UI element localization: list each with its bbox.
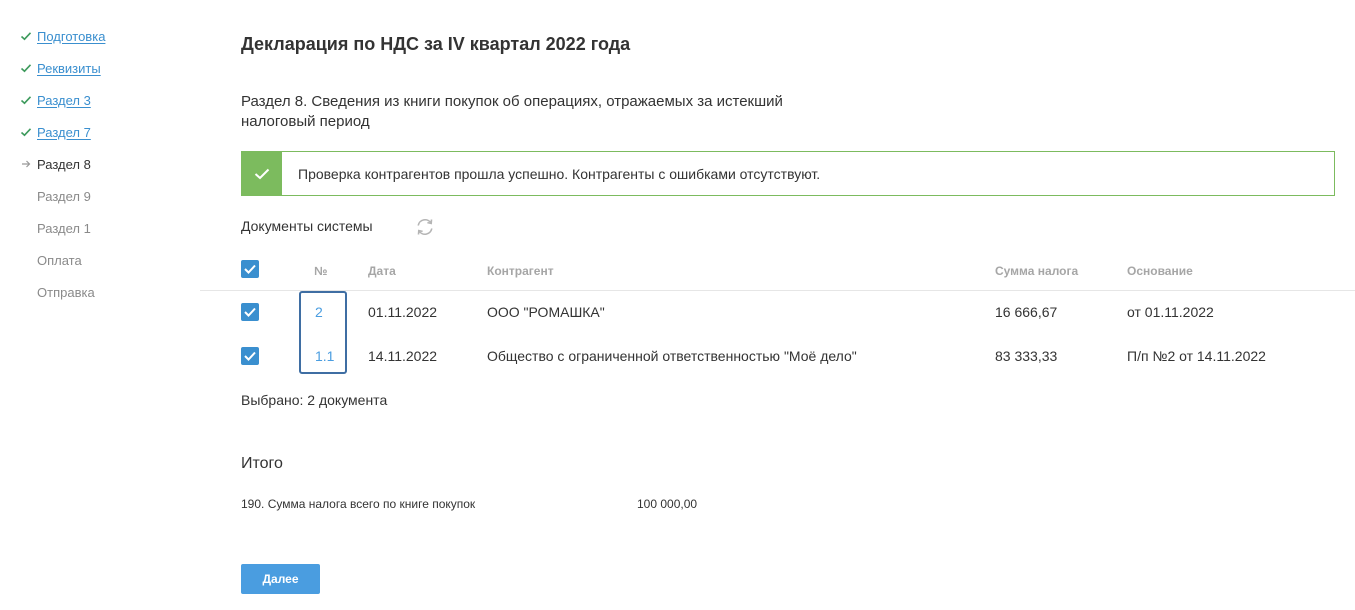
sidebar-item-label: Раздел 8 bbox=[37, 156, 91, 172]
check-icon bbox=[244, 307, 256, 317]
sidebar-item-label: Отправка bbox=[37, 284, 95, 300]
document-counterparty: ООО "РОМАШКА" bbox=[487, 304, 605, 320]
sidebar-item-label: Раздел 9 bbox=[37, 188, 91, 204]
sidebar-item-label: Оплата bbox=[37, 252, 82, 268]
sidebar-item-label[interactable]: Раздел 3 bbox=[37, 93, 91, 108]
total-line-label: 190. Сумма налога всего по книге покупок bbox=[241, 497, 476, 511]
column-header-date: Дата bbox=[368, 264, 396, 278]
sidebar-item-section-9: Раздел 9 bbox=[20, 186, 91, 206]
check-icon bbox=[242, 152, 282, 195]
page-title: Декларация по НДС за IV квартал 2022 год… bbox=[241, 34, 631, 54]
document-basis: от 01.11.2022 bbox=[1127, 304, 1214, 320]
success-alert: Проверка контрагентов прошла успешно. Ко… bbox=[241, 151, 1335, 196]
sidebar-item-section-7[interactable]: Раздел 7 bbox=[20, 122, 91, 142]
table-divider bbox=[200, 290, 1355, 291]
arrow-right-icon bbox=[20, 158, 32, 170]
sidebar-item-sending: Отправка bbox=[20, 282, 95, 302]
check-icon bbox=[20, 126, 32, 138]
section-title: Раздел 8. Сведения из книги покупок об о… bbox=[241, 93, 783, 130]
check-icon bbox=[20, 62, 32, 74]
totals-title: Итого bbox=[241, 455, 283, 472]
column-header-number: № bbox=[314, 264, 328, 278]
selected-count: Выбрано: 2 документа bbox=[241, 392, 388, 408]
total-line-value: 100 000,00 bbox=[637, 497, 698, 511]
document-date: 01.11.2022 bbox=[368, 304, 438, 320]
sidebar-item-section-1: Раздел 1 bbox=[20, 218, 91, 238]
sidebar-item-section-3[interactable]: Раздел 3 bbox=[20, 90, 91, 110]
column-header-counterparty: Контрагент bbox=[487, 264, 554, 278]
next-button[interactable]: Далее bbox=[241, 564, 320, 594]
alert-message: Проверка контрагентов прошла успешно. Ко… bbox=[298, 165, 821, 182]
sidebar-item-label[interactable]: Подготовка bbox=[37, 29, 105, 44]
row-checkbox[interactable] bbox=[241, 303, 259, 321]
document-tax-amount: 16 666,67 bbox=[995, 304, 1058, 320]
sidebar-item-requisites[interactable]: Реквизиты bbox=[20, 58, 101, 78]
sidebar-item-preparation[interactable]: Подготовка bbox=[20, 26, 105, 46]
select-all-checkbox[interactable] bbox=[241, 260, 259, 278]
sidebar-item-label[interactable]: Раздел 7 bbox=[37, 125, 91, 140]
column-header-tax-amount: Сумма налога bbox=[995, 264, 1079, 278]
sidebar-item-payment: Оплата bbox=[20, 250, 82, 270]
documents-title: Документы системы bbox=[241, 218, 373, 234]
check-icon bbox=[20, 94, 32, 106]
check-icon bbox=[244, 351, 256, 361]
document-counterparty: Общество с ограниченной ответственностью… bbox=[487, 348, 857, 364]
document-date: 14.11.2022 bbox=[368, 348, 438, 364]
document-basis: П/п №2 от 14.11.2022 bbox=[1127, 348, 1266, 364]
row-checkbox[interactable] bbox=[241, 347, 259, 365]
refresh-icon[interactable] bbox=[414, 216, 436, 238]
check-icon bbox=[20, 30, 32, 42]
column-header-basis: Основание bbox=[1127, 264, 1193, 278]
document-tax-amount: 83 333,33 bbox=[995, 348, 1058, 364]
check-icon bbox=[244, 264, 256, 274]
sidebar-item-label: Раздел 1 bbox=[37, 220, 91, 236]
sidebar-item-label[interactable]: Реквизиты bbox=[37, 61, 101, 76]
sidebar-item-section-8: Раздел 8 bbox=[20, 154, 91, 174]
number-column-highlight bbox=[299, 291, 347, 374]
